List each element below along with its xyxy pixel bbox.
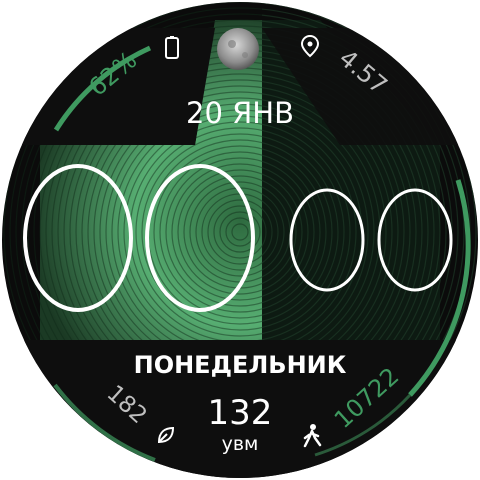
moon-phase-icon[interactable] <box>217 28 259 70</box>
date-label: 20 ЯНВ <box>186 96 294 130</box>
weekday-label: ПОНЕДЕЛЬНИК <box>134 351 347 379</box>
moon-crater <box>242 52 248 58</box>
watch-face: 62% 4.57 20 ЯНВ 00 00 ПОНЕДЕЛЬНИК 182 13… <box>2 2 478 478</box>
moon-crater <box>228 40 236 48</box>
heart-rate-value[interactable]: 132 <box>208 393 273 433</box>
heart-rate-unit: увм <box>222 433 259 455</box>
